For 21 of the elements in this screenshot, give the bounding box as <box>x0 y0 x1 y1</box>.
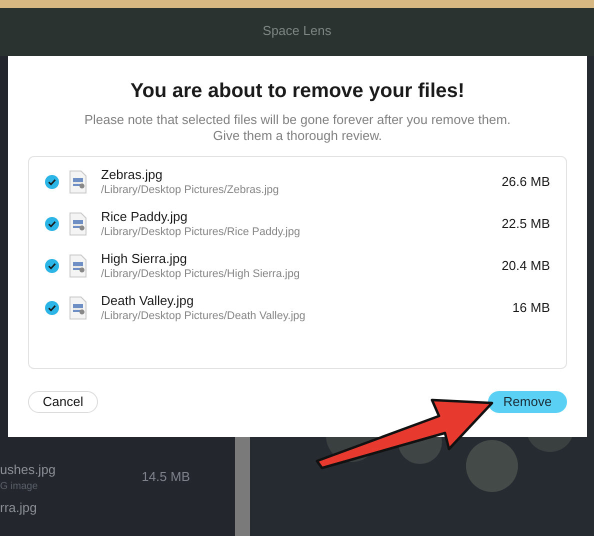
file-name: Death Valley.jpg <box>101 292 195 308</box>
file-name: Rice Paddy.jpg <box>101 208 188 224</box>
file-type: G image <box>0 480 39 494</box>
dialog-message: Please note that selected files will be gone forever after you remove them. Give them a thorough review. <box>83 112 512 144</box>
file-size: 20.4 MB <box>502 257 550 276</box>
file-name: High Sierra.jpg <box>101 250 188 266</box>
cancel-button[interactable]: Cancel <box>28 391 98 413</box>
file-path: /Library/Desktop Pictures/Death Valley.jpg <box>101 308 306 324</box>
file-size: 26.6 MB <box>502 173 550 192</box>
dialog-title: You are about to remove your files! <box>130 79 465 104</box>
window-title: Space Lens <box>262 22 332 40</box>
file-size: 22.5 MB <box>502 215 550 234</box>
file-path: /Library/Desktop Pictures/Zebras.jpg <box>101 182 280 198</box>
file-size: 14.5 MB <box>142 468 190 486</box>
file-name: Zebras.jpg <box>101 166 164 182</box>
file-path: /Library/Desktop Pictures/High Sierra.jpg <box>101 266 301 282</box>
remove-button[interactable]: Remove <box>488 391 567 413</box>
file-size: 16 MB <box>512 299 550 318</box>
file-name: ushes.jpg <box>0 461 56 479</box>
file-name: rra.jpg <box>0 498 37 516</box>
file-path: /Library/Desktop Pictures/Rice Paddy.jpg <box>101 224 302 240</box>
